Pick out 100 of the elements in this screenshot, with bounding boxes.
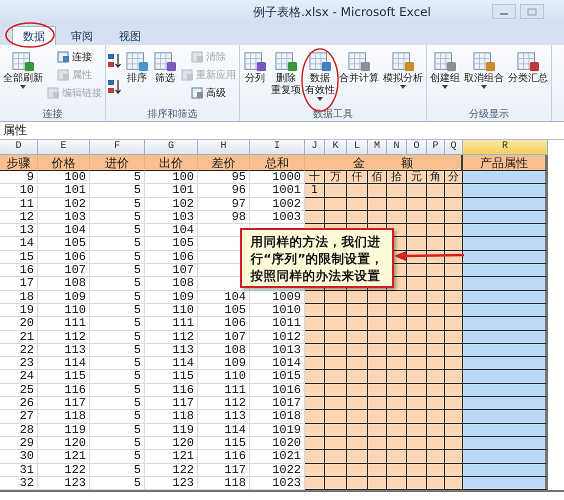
column-header[interactable]: H: [198, 140, 250, 155]
table-cell: [347, 357, 368, 370]
group-label: 连接: [42, 108, 64, 121]
caret-icon: [400, 85, 406, 89]
table-cell: 21: [0, 330, 38, 344]
column-header[interactable]: L: [347, 140, 368, 155]
ribbon-button[interactable]: 筛选: [152, 49, 178, 87]
column-header[interactable]: N: [387, 140, 407, 155]
table-cell: 115: [145, 370, 198, 384]
highlight-ellipse: [5, 22, 55, 48]
table-cell: 101: [145, 184, 198, 198]
column-header[interactable]: K: [325, 140, 347, 155]
column-header[interactable]: R: [463, 140, 548, 155]
column-header[interactable]: F: [90, 140, 145, 155]
table-cell: [347, 384, 368, 398]
table-cell: [368, 370, 387, 384]
table-cell: [325, 210, 347, 224]
table-cell: [305, 384, 325, 398]
table-cell: 105: [38, 237, 90, 251]
column-header[interactable]: P: [427, 140, 445, 155]
column-header[interactable]: I: [250, 140, 305, 155]
table-cell: [325, 184, 347, 198]
table-cell: 22: [0, 344, 38, 358]
table-cell: 5: [90, 171, 145, 184]
table-cell: 5: [90, 264, 145, 278]
table-cell: [427, 410, 445, 424]
table-cell: [305, 317, 325, 331]
table-cell: 5: [90, 370, 145, 384]
ribbon-button[interactable]: 删除 重复项: [270, 49, 302, 99]
column-header[interactable]: E: [38, 140, 90, 155]
table-cell: [368, 384, 387, 398]
table-cell: [325, 357, 347, 370]
ribbon-button[interactable]: 全部刷新: [2, 49, 44, 91]
table-cell: [445, 424, 463, 437]
table-cell: [407, 224, 427, 238]
grid-icon: [391, 51, 415, 73]
ribbon-button[interactable]: 高级: [190, 85, 227, 101]
grid-icon: [153, 51, 177, 73]
table-cell: 95: [198, 171, 250, 184]
table-cell: [387, 370, 407, 384]
table-cell: [347, 198, 368, 211]
table-cell: 105: [198, 304, 250, 318]
caret-icon: [20, 85, 26, 89]
table-cell: 121: [38, 450, 90, 464]
table-cell: 113: [145, 344, 198, 358]
table-cell: [368, 464, 387, 477]
table-cell: [347, 184, 368, 198]
column-header[interactable]: D: [0, 140, 38, 155]
table-cell: [387, 210, 407, 224]
table-cell: 97: [198, 198, 250, 211]
table-cell: [407, 330, 427, 344]
table-cell: [325, 370, 347, 384]
ribbon-button[interactable]: 分类汇总: [507, 49, 549, 87]
ribbon-tab[interactable]: 数据: [12, 26, 56, 45]
ribbon-button[interactable]: 分列: [242, 49, 268, 87]
table-cell: [387, 397, 407, 410]
table-cell: [325, 198, 347, 211]
table-cell: [325, 304, 347, 318]
column-header[interactable]: Q: [445, 140, 463, 155]
table-cell: 98: [198, 210, 250, 224]
ribbon-tab[interactable]: 视图: [108, 26, 152, 45]
header-cell: 总和: [250, 155, 305, 171]
ribbon-button[interactable]: 创建组: [429, 49, 461, 91]
grid-icon: [125, 51, 149, 73]
column-header[interactable]: O: [407, 140, 427, 155]
column-header[interactable]: J: [305, 140, 325, 155]
table-cell: 10: [0, 184, 38, 198]
ribbon-button[interactable]: 模拟分析: [382, 49, 424, 91]
table-cell: [325, 450, 347, 464]
table-cell: [427, 436, 445, 450]
table-cell: 123: [38, 476, 90, 490]
table-cell: 117: [38, 397, 90, 410]
header-cell: 进价: [90, 155, 145, 171]
table-cell: 拾: [387, 171, 407, 184]
table-cell: [427, 370, 445, 384]
table-cell: [445, 476, 463, 490]
table-cell: [445, 370, 463, 384]
table-cell: [387, 384, 407, 398]
table-cell: 109: [198, 357, 250, 370]
ribbon-tab[interactable]: 审阅: [60, 26, 104, 45]
table-cell: 104: [198, 290, 250, 304]
table-cell: 19: [0, 304, 38, 318]
table-cell: [427, 330, 445, 344]
table-cell: [427, 237, 445, 251]
caret-icon: [317, 97, 323, 101]
table-cell: [387, 304, 407, 318]
table-cell: [445, 464, 463, 477]
table-cell: 9: [0, 171, 38, 184]
ribbon-button[interactable]: 取消组合: [463, 49, 505, 91]
table-cell: [407, 450, 427, 464]
ribbon-button[interactable]: 连接: [56, 49, 93, 65]
column-header[interactable]: G: [145, 140, 198, 155]
column-header[interactable]: M: [368, 140, 387, 155]
table-cell: 111: [198, 384, 250, 398]
formula-bar[interactable]: 属性: [0, 122, 564, 140]
ribbon-button[interactable]: 排序: [124, 49, 150, 87]
table-cell: 5: [90, 464, 145, 477]
ribbon-button[interactable]: 合并计算: [338, 49, 380, 87]
table-cell: 佰: [368, 171, 387, 184]
table-cell: 14: [0, 237, 38, 251]
